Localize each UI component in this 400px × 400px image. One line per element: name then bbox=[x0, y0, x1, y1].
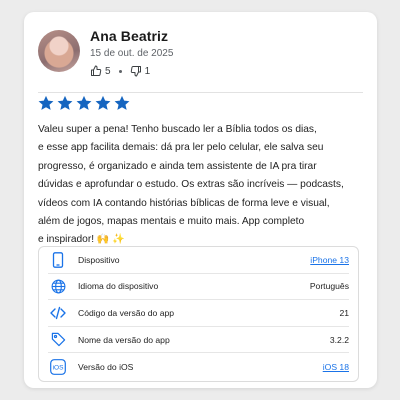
detail-label: Nome da versão do app bbox=[78, 334, 170, 345]
detail-label: Dispositivo bbox=[78, 254, 120, 265]
detail-row-version-name: Nome da versão do app 3.2.2 bbox=[48, 327, 349, 354]
header-divider bbox=[38, 92, 363, 93]
review-line: Valeu super a pena! Tenho buscado ler a … bbox=[38, 124, 317, 135]
detail-row-ios-version: iOS Versão do iOS iOS 18 bbox=[48, 353, 349, 380]
device-details: Dispositivo iPhone 13 Idioma do disposit… bbox=[38, 246, 359, 382]
star-rating bbox=[37, 94, 131, 112]
star-icon bbox=[94, 94, 112, 112]
review-line: dúvidas e aprofundar o estudo. Os extras… bbox=[38, 179, 344, 191]
vote-bar: 5 1 bbox=[90, 64, 158, 78]
detail-label: Código da versão do app bbox=[78, 307, 175, 318]
likes-count: 5 bbox=[105, 65, 111, 77]
tag-icon bbox=[50, 332, 66, 348]
detail-value: 21 bbox=[339, 307, 349, 318]
detail-label: Idioma do dispositivo bbox=[78, 281, 159, 292]
star-icon bbox=[37, 94, 55, 112]
dislikes-count: 1 bbox=[144, 65, 151, 77]
device-link[interactable]: iPhone 13 bbox=[310, 255, 349, 265]
ios-icon: iOS bbox=[50, 358, 66, 375]
review-date: 15 de out. de 2025 bbox=[90, 48, 174, 59]
review-line: e esse app facilita demais: dá pra ler p… bbox=[38, 142, 324, 154]
detail-row-language: Idioma do dispositivo Português bbox=[48, 274, 349, 301]
detail-value: 3.2.2 bbox=[329, 334, 349, 345]
review-text: Valeu super a pena! Tenho buscado ler a … bbox=[38, 121, 368, 250]
author-name: Ana Beatriz bbox=[90, 28, 169, 44]
star-icon bbox=[113, 94, 131, 112]
globe-icon bbox=[50, 278, 66, 294]
detail-row-version-code: Código da versão do app 21 bbox=[48, 300, 349, 327]
review-header: Ana Beatriz 15 de out. de 2025 5 1 bbox=[38, 28, 363, 82]
ios-version-link[interactable]: iOS 18 bbox=[323, 362, 349, 372]
separator-dot bbox=[118, 69, 122, 73]
thumbs-up-icon[interactable] bbox=[90, 65, 102, 77]
star-icon bbox=[75, 94, 93, 112]
detail-value: Português bbox=[309, 281, 349, 292]
detail-label: Versão do iOS bbox=[78, 361, 134, 372]
review-line: progresso, é organizado e ainda tem assi… bbox=[38, 160, 317, 172]
thumbs-down-icon[interactable] bbox=[130, 65, 142, 77]
svg-text:iOS: iOS bbox=[53, 364, 65, 371]
avatar bbox=[38, 30, 80, 72]
review-line: além de jogos, mapas mentais e muito mai… bbox=[38, 216, 305, 228]
review-line: vídeos com IA contando histórias bíblica… bbox=[38, 197, 330, 209]
code-icon bbox=[50, 305, 66, 321]
detail-row-device: Dispositivo iPhone 13 bbox=[48, 247, 349, 274]
review-card: Ana Beatriz 15 de out. de 2025 5 1 Valeu… bbox=[24, 12, 377, 388]
star-icon bbox=[56, 94, 74, 112]
phone-icon bbox=[50, 251, 66, 268]
